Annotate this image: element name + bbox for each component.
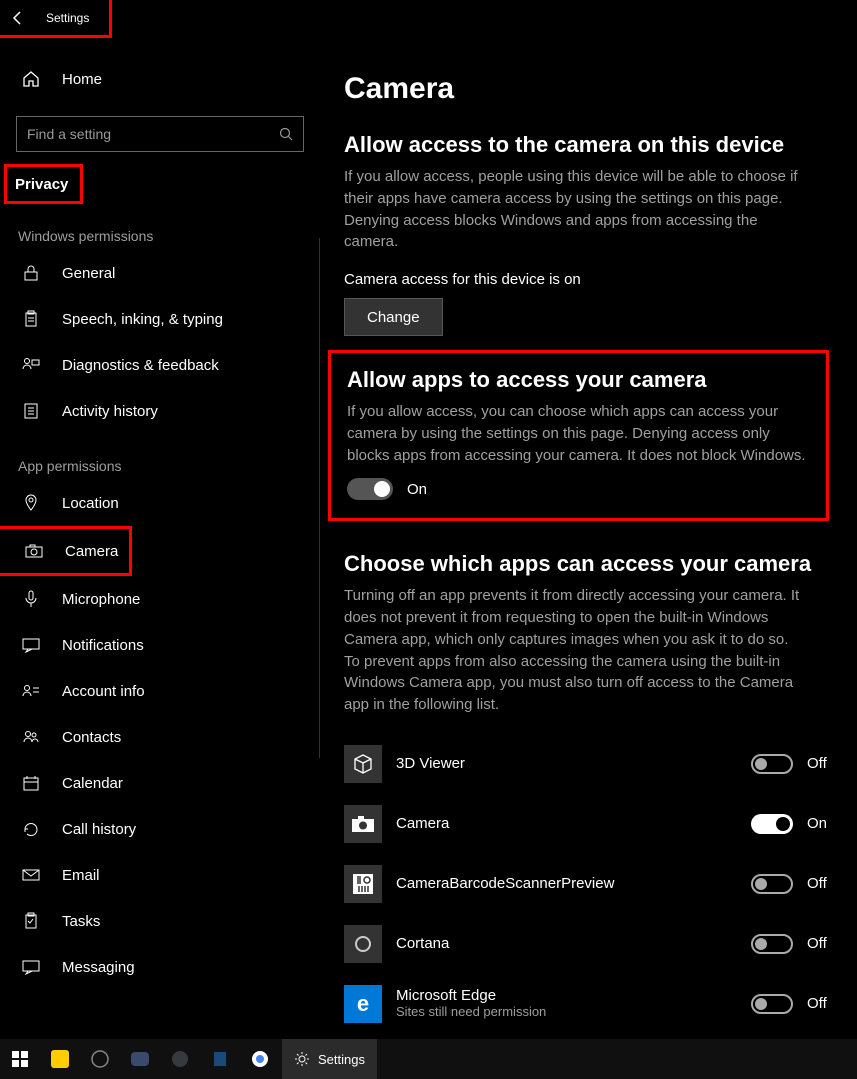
contacts-icon (22, 730, 40, 744)
sidebar-item-calendar[interactable]: Calendar (0, 760, 320, 806)
page-title: Camera (344, 72, 833, 106)
taskbar-app-2[interactable] (80, 1039, 120, 1079)
app-toggle-state: Off (807, 875, 833, 892)
app-name: Camera (396, 815, 751, 832)
app-toggle-state: On (807, 815, 833, 832)
sidebar-item-camera[interactable]: Camera (1, 529, 129, 573)
camera-access-status: Camera access for this device is on (344, 271, 833, 288)
sidebar-item-email[interactable]: Email (0, 852, 320, 898)
sidebar-item-account-info[interactable]: Account info (0, 668, 320, 714)
app-name: Cortana (396, 935, 751, 952)
taskbar-app-1[interactable] (40, 1039, 80, 1079)
taskbar-app-5[interactable] (200, 1039, 240, 1079)
change-button[interactable]: Change (344, 298, 443, 336)
app-toggle[interactable] (751, 934, 793, 954)
app-toggle[interactable] (751, 814, 793, 834)
window-title: Settings (46, 11, 89, 25)
sidebar-item-microphone[interactable]: Microphone (0, 576, 320, 622)
section2-heading: Allow apps to access your camera (347, 367, 810, 393)
sidebar: Home Find a setting Privacy Windows perm… (0, 38, 320, 1039)
main-content: Camera Allow access to the camera on thi… (320, 38, 857, 1039)
section2-highlight: Allow apps to access your camera If you … (328, 350, 829, 521)
app-toggle[interactable] (751, 754, 793, 774)
app-icon (344, 805, 382, 843)
section3-desc: Turning off an app prevents it from dire… (344, 585, 804, 716)
home-icon (22, 70, 40, 88)
sidebar-item-call-history[interactable]: Call history (0, 806, 320, 852)
tasks-icon (22, 912, 40, 930)
settings-header: Settings (0, 0, 112, 38)
app-icon (344, 925, 382, 963)
sidebar-item-contacts[interactable]: Contacts (0, 714, 320, 760)
app-toggle-state: Off (807, 995, 833, 1012)
app-name: 3D Viewer (396, 755, 751, 772)
app-row-3d-viewer: 3D Viewer Off (344, 734, 833, 794)
section3-heading: Choose which apps can access your camera (344, 551, 833, 577)
start-button[interactable] (0, 1039, 40, 1079)
app-icon (344, 865, 382, 903)
taskbar: Settings (0, 1039, 857, 1079)
app-name: CameraBarcodeScannerPreview (396, 875, 751, 892)
taskbar-settings-task[interactable]: Settings (282, 1039, 377, 1079)
app-name: Microsoft EdgeSites still need permissio… (396, 987, 751, 1020)
app-row-camerabarcodescannerpreview: CameraBarcodeScannerPreview Off (344, 854, 833, 914)
history-icon (22, 402, 40, 420)
feedback-icon (22, 357, 40, 373)
gear-icon (294, 1051, 310, 1067)
allow-apps-toggle[interactable] (347, 478, 393, 500)
section1-desc: If you allow access, people using this d… (344, 166, 804, 253)
section1-heading: Allow access to the camera on this devic… (344, 132, 833, 158)
back-arrow-icon (10, 10, 26, 26)
lock-icon (22, 264, 40, 282)
group-label-app-permissions: App permissions (0, 434, 320, 480)
search-placeholder: Find a setting (27, 126, 279, 142)
allow-apps-toggle-label: On (407, 481, 427, 498)
callhist-icon (22, 821, 40, 837)
notify-icon (22, 637, 40, 653)
taskbar-app-4[interactable] (160, 1039, 200, 1079)
app-toggle-state: Off (807, 755, 833, 772)
sidebar-category-privacy[interactable]: Privacy (4, 164, 83, 204)
email-icon (22, 869, 40, 881)
sidebar-item-tasks[interactable]: Tasks (0, 898, 320, 944)
app-icon (344, 745, 382, 783)
sidebar-item-general[interactable]: General (0, 250, 320, 296)
sidebar-item-messaging[interactable]: Messaging (0, 944, 320, 990)
sidebar-item-location[interactable]: Location (0, 480, 320, 526)
mic-icon (22, 590, 40, 608)
sidebar-item-activity-history[interactable]: Activity history (0, 388, 320, 434)
app-toggle-state: Off (807, 935, 833, 952)
calendar-icon (22, 775, 40, 791)
sidebar-item-speech[interactable]: Speech, inking, & typing (0, 296, 320, 342)
messaging-icon (22, 959, 40, 975)
section2-desc: If you allow access, you can choose whic… (347, 401, 807, 466)
sidebar-home-label: Home (62, 71, 102, 88)
sidebar-home[interactable]: Home (0, 56, 320, 102)
search-input[interactable]: Find a setting (16, 116, 304, 152)
scrollbar[interactable] (319, 238, 320, 758)
app-toggle[interactable] (751, 874, 793, 894)
app-row-camera: Camera On (344, 794, 833, 854)
app-icon: e (344, 985, 382, 1023)
sidebar-item-diagnostics[interactable]: Diagnostics & feedback (0, 342, 320, 388)
taskbar-app-3[interactable] (120, 1039, 160, 1079)
sidebar-item-camera-highlight: Camera (0, 526, 132, 576)
search-icon (279, 127, 293, 141)
sidebar-item-notifications[interactable]: Notifications (0, 622, 320, 668)
location-icon (22, 494, 40, 512)
taskbar-chrome[interactable] (240, 1039, 280, 1079)
camera-icon (25, 544, 43, 558)
app-row-cortana: Cortana Off (344, 914, 833, 974)
app-row-microsoft-edge: e Microsoft EdgeSites still need permissi… (344, 974, 833, 1034)
app-toggle[interactable] (751, 994, 793, 1014)
group-label-windows-permissions: Windows permissions (0, 204, 320, 250)
account-icon (22, 684, 40, 698)
back-button[interactable] (8, 8, 28, 28)
app-list: 3D Viewer Off Camera On CameraBarcodeScanner… (344, 734, 833, 1039)
clipboard-icon (22, 310, 40, 328)
